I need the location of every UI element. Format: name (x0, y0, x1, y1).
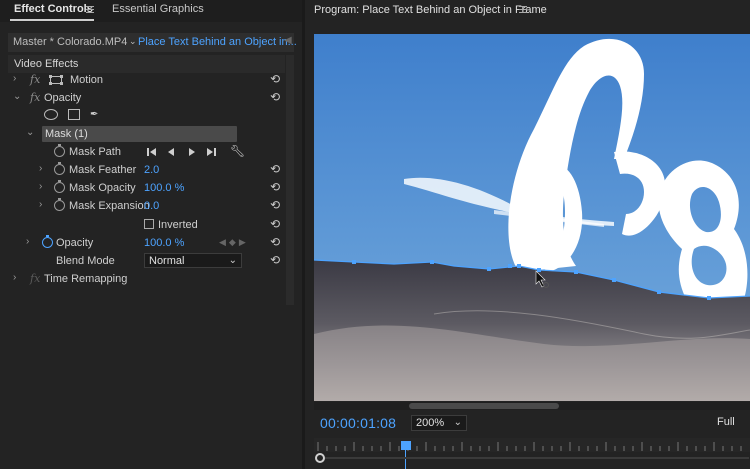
mask-opacity-value[interactable]: 100.0 % (144, 182, 184, 194)
mask-path-row: Mask Path 🔧︎ (8, 143, 285, 161)
zoom-level-value: 200% (416, 417, 445, 429)
playhead-timecode[interactable]: 00:00:01:08 (320, 415, 396, 431)
stopwatch-icon[interactable] (54, 144, 65, 157)
expand-chevron-icon[interactable]: › (13, 73, 16, 84)
opacity-effect-label: Opacity (44, 92, 82, 104)
opacity-effect-row[interactable]: ⌄ fx Opacity ⟲ (8, 89, 285, 107)
keyframe-navigator[interactable]: ◀◆▶ (219, 237, 249, 248)
zoom-level-select[interactable]: 200% ⌄ (411, 415, 467, 431)
opacity-value[interactable]: 100.0 % (144, 237, 184, 249)
program-viewer[interactable] (314, 34, 750, 401)
reset-icon[interactable]: ⟲ (270, 180, 280, 194)
panel-menu-icon[interactable] (86, 6, 94, 13)
collapse-timeline-icon[interactable]: ◀ (284, 35, 292, 46)
fx-icon[interactable]: fx (30, 272, 40, 285)
mask-path-label: Mask Path (69, 146, 121, 158)
mask-row[interactable]: ⌄ Mask (1) (8, 125, 285, 143)
chevron-down-icon: ⌄ (228, 255, 237, 266)
reset-icon[interactable]: ⟲ (270, 198, 280, 212)
tab-essential-graphics[interactable]: Essential Graphics (112, 3, 204, 15)
mask-expansion-label: Mask Expansion (69, 200, 150, 212)
blend-mode-select[interactable]: Normal ⌄ (144, 253, 242, 268)
opacity-param-label: Opacity (56, 237, 94, 249)
mask-expansion-value[interactable]: 0.0 (144, 200, 159, 212)
chevron-down-icon[interactable]: ⌄ (129, 36, 137, 47)
inverted-checkbox[interactable] (144, 219, 154, 229)
reset-icon[interactable]: ⟲ (270, 90, 280, 104)
expand-chevron-icon[interactable]: › (39, 199, 42, 210)
ruler-ticks (317, 442, 742, 451)
reset-icon[interactable]: ⟲ (270, 235, 280, 249)
program-monitor-title[interactable]: Program: Place Text Behind an Object in … (314, 4, 547, 16)
mask-feather-label: Mask Feather (69, 164, 137, 176)
stopwatch-icon[interactable] (54, 162, 65, 175)
program-monitor-panel: Program: Place Text Behind an Object in … (305, 0, 750, 469)
video-frame (314, 34, 750, 401)
mask-expansion-row: › Mask Expansion 0.0 ⟲ (8, 197, 285, 215)
expand-chevron-icon[interactable]: › (39, 181, 42, 192)
motion-effect-row[interactable]: › fx Motion ⟲ (8, 71, 285, 89)
stopwatch-icon[interactable] (42, 235, 53, 248)
fx-icon[interactable]: fx (30, 73, 40, 86)
time-ruler[interactable] (314, 438, 750, 452)
chevron-down-icon: ⌄ (453, 417, 462, 428)
wrench-icon[interactable]: 🔧︎ (230, 144, 245, 158)
playhead-line (405, 450, 406, 469)
active-tab-underline (10, 19, 94, 21)
pen-mask-icon[interactable]: ✒ (90, 109, 98, 120)
opacity-param-row: › Opacity 100.0 % ◀◆▶ ⟲ (8, 234, 285, 252)
ellipse-mask-icon[interactable] (44, 109, 58, 120)
reset-icon[interactable]: ⟲ (270, 253, 280, 267)
collapse-chevron-icon[interactable]: ⌄ (26, 127, 34, 138)
rectangle-mask-icon[interactable] (68, 109, 80, 120)
time-remapping-label: Time Remapping (44, 273, 128, 285)
mask-feather-value[interactable]: 2.0 (144, 164, 159, 176)
mask-name-pill[interactable]: Mask (1) (42, 126, 237, 142)
reset-icon[interactable]: ⟲ (270, 162, 280, 176)
panel-menu-icon[interactable] (519, 6, 527, 13)
transform-box-icon[interactable] (48, 74, 64, 86)
source-clip-label[interactable]: Master * Colorado.MP4 (13, 36, 127, 48)
viewer-scroll-thumb[interactable] (409, 403, 559, 409)
blend-mode-label: Blend Mode (56, 255, 115, 267)
viewer-scrollbar[interactable] (314, 402, 750, 410)
stopwatch-icon[interactable] (54, 198, 65, 211)
playhead-handle[interactable] (401, 441, 411, 450)
expand-chevron-icon[interactable]: › (26, 236, 29, 247)
mask-opacity-row: › Mask Opacity 100.0 % ⟲ (8, 179, 285, 197)
clip-source-bar: Master * Colorado.MP4 ⌄ Place Text Behin… (8, 33, 297, 52)
inverted-row: Inverted ⟲ (8, 216, 285, 234)
effect-controls-scrollbar[interactable] (286, 55, 294, 305)
fx-icon[interactable]: fx (30, 91, 40, 104)
mask-opacity-label: Mask Opacity (69, 182, 136, 194)
stopwatch-icon[interactable] (54, 180, 65, 193)
zoom-scroll-handle[interactable] (315, 453, 325, 463)
blend-mode-value: Normal (149, 255, 185, 267)
mask-name: Mask (1) (45, 128, 88, 140)
video-effects-label: Video Effects (14, 58, 79, 70)
mask-tracking-controls[interactable] (144, 146, 244, 158)
motion-label: Motion (70, 74, 104, 86)
time-remapping-row[interactable]: › fx Time Remapping (8, 270, 285, 288)
mask-tools-row: ✒ (8, 107, 285, 125)
playback-resolution-select[interactable]: Full (717, 416, 735, 428)
effect-controls-panel: Effect Controls Essential Graphics Maste… (0, 0, 302, 469)
sequence-clip-label[interactable]: Place Text Behind an Object in... (138, 36, 297, 48)
tab-effect-controls[interactable]: Effect Controls (14, 3, 93, 15)
effect-controls-list: Video Effects › fx Motion ⟲ ⌄ fx Opacity… (8, 55, 285, 469)
collapse-chevron-icon[interactable]: ⌄ (13, 91, 21, 102)
reset-icon[interactable]: ⟲ (270, 72, 280, 86)
blend-mode-row: Blend Mode Normal ⌄ ⟲ (8, 252, 285, 270)
effect-controls-tabbar: Effect Controls Essential Graphics (0, 0, 302, 22)
reset-icon[interactable]: ⟲ (270, 217, 280, 231)
inverted-label: Inverted (158, 219, 198, 231)
mask-feather-row: › Mask Feather 2.0 ⟲ (8, 161, 285, 179)
expand-chevron-icon[interactable]: › (13, 272, 16, 283)
zoom-scroll-track[interactable] (325, 457, 749, 459)
expand-chevron-icon[interactable]: › (39, 163, 42, 174)
